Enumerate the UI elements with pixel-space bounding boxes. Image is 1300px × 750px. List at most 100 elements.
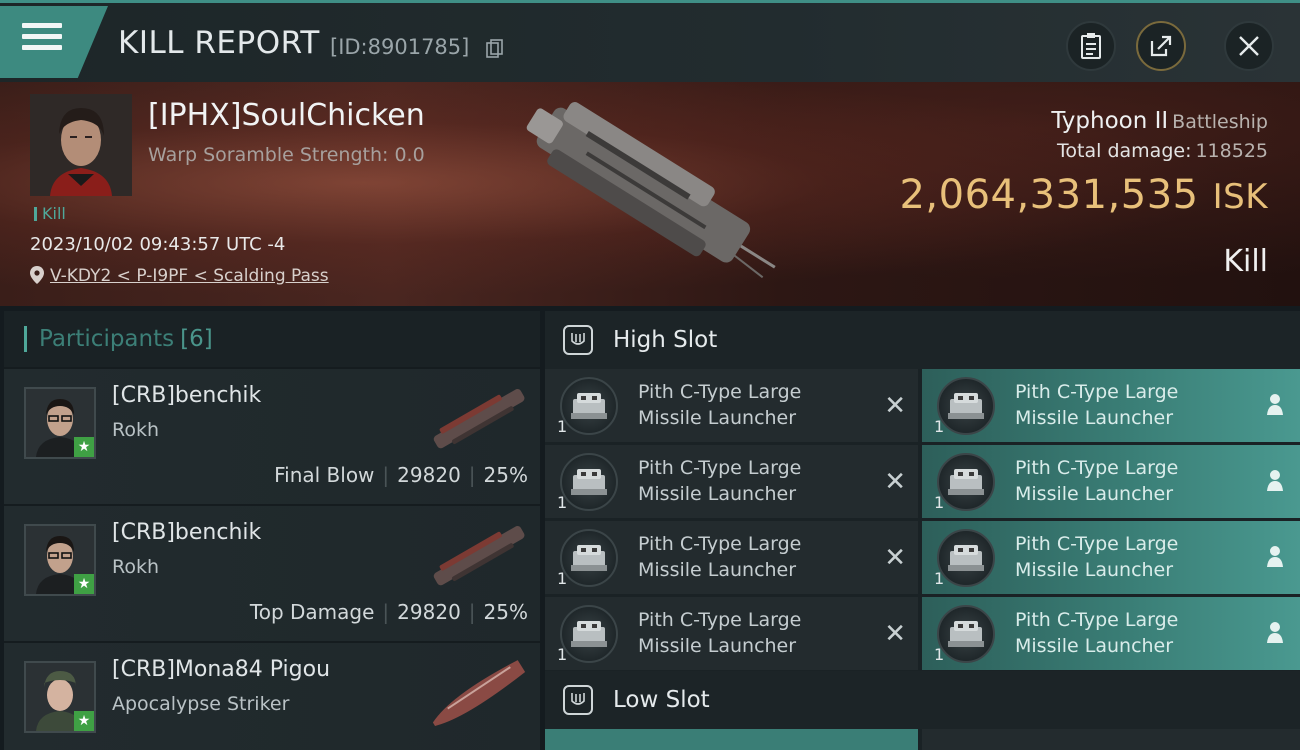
module-quantity: 1	[557, 417, 568, 436]
participant-row[interactable]: ★ [CRB]benchik Rokh Final Blow | 29820 | 25%	[4, 369, 540, 506]
clipboard-button[interactable]	[1066, 21, 1116, 71]
destroyed-icon: ✕	[884, 391, 906, 421]
person-icon	[1267, 622, 1283, 643]
ship-class: Battleship	[1172, 111, 1268, 133]
star-icon: ★	[74, 437, 94, 457]
module-name-line2: Missile Launcher	[1015, 635, 1174, 657]
pilot-face-icon	[30, 94, 132, 196]
low-slot-icon	[563, 685, 593, 715]
destroyed-icon: ✕	[884, 467, 906, 497]
victim-name[interactable]: [IPHX]SoulChicken	[148, 98, 425, 133]
participant-row[interactable]: ★ [CRB]Mona84 Pigou Apocalypse Striker	[4, 643, 540, 750]
kill-result: Kill	[1223, 244, 1268, 279]
participants-label: Participants	[39, 326, 175, 352]
module-name-line1: Pith C-Type Large	[1015, 381, 1179, 403]
low-slot-module-partial[interactable]	[545, 729, 918, 750]
star-icon: ★	[74, 574, 94, 594]
participant-stats: Final Blow | 29820 | 25%	[274, 463, 528, 487]
kill-tag: Kill	[34, 204, 66, 223]
missile-launcher-icon	[560, 605, 618, 663]
participant-name: [CRB]Mona84 Pigou	[112, 657, 331, 682]
module-name-line2: Missile Launcher	[638, 407, 797, 429]
participant-name: [CRB]benchik	[112, 383, 262, 408]
module-name: Pith C-Type Large Missile Launcher	[1015, 607, 1235, 659]
module-item[interactable]: 1 Pith C-Type Large Missile Launcher	[922, 445, 1300, 518]
module-name: Pith C-Type Large Missile Launcher	[638, 607, 858, 659]
participant-portrait: ★	[24, 661, 96, 733]
participant-role: Top Damage	[249, 600, 375, 624]
copy-icon[interactable]	[486, 39, 503, 58]
low-slot-label: Low Slot	[613, 687, 710, 713]
module-item[interactable]: 1 Pith C-Type Large Missile Launcher ✕	[545, 445, 918, 518]
module-name-line1: Pith C-Type Large	[1015, 609, 1179, 631]
module-name: Pith C-Type Large Missile Launcher	[1015, 379, 1235, 431]
module-name-line2: Missile Launcher	[1015, 407, 1174, 429]
module-name: Pith C-Type Large Missile Launcher	[1015, 455, 1235, 507]
module-item[interactable]: 1 Pith C-Type Large Missile Launcher	[922, 597, 1300, 670]
close-button[interactable]	[1224, 21, 1274, 71]
participant-portrait: ★	[24, 387, 96, 459]
destroyed-icon: ✕	[884, 543, 906, 573]
participants-header[interactable]: Participants [6]	[4, 311, 540, 369]
ship-render	[526, 102, 776, 279]
warp-scramble-strength: Warp Soramble Strength: 0.0	[148, 144, 425, 166]
module-item[interactable]: 1 Pith C-Type Large Missile Launcher ✕	[545, 521, 918, 594]
total-damage: Total damage: 118525	[1057, 140, 1268, 162]
module-name-line1: Pith C-Type Large	[638, 381, 802, 403]
total-damage-label: Total damage:	[1057, 140, 1192, 162]
menu-button[interactable]	[22, 23, 62, 55]
module-item[interactable]: 1 Pith C-Type Large Missile Launcher	[922, 521, 1300, 594]
destroyed-icon: ✕	[884, 619, 906, 649]
participant-ship-icon	[433, 526, 525, 586]
module-item[interactable]: 1 Pith C-Type Large Missile Launcher	[922, 369, 1300, 442]
kill-location[interactable]: V-KDY2 < P-I9PF < Scalding Pass	[30, 266, 329, 286]
module-name-line2: Missile Launcher	[638, 559, 797, 581]
victim-ship: Typhoon II Battleship	[1051, 108, 1268, 134]
participant-damage: 29820	[397, 600, 461, 624]
participant-ship: Apocalypse Striker	[112, 693, 290, 715]
participant-role: Final Blow	[274, 463, 375, 487]
person-icon	[1267, 470, 1283, 491]
kill-datetime: 2023/10/02 09:43:57 UTC -4	[30, 234, 286, 255]
low-slot-module-partial[interactable]	[922, 729, 1300, 750]
module-name: Pith C-Type Large Missile Launcher	[638, 531, 858, 583]
module-name: Pith C-Type Large Missile Launcher	[1015, 531, 1235, 583]
participant-portrait: ★	[24, 524, 96, 596]
participant-ship: Rokh	[112, 556, 160, 578]
high-slot-label: High Slot	[613, 327, 718, 353]
module-quantity: 1	[934, 645, 945, 664]
isk-unit: ISK	[1212, 177, 1268, 217]
module-name-line2: Missile Launcher	[638, 483, 797, 505]
participant-percent: 25%	[483, 463, 528, 487]
participant-row[interactable]: ★ [CRB]benchik Rokh Top Damage | 29820 | 25%	[4, 506, 540, 643]
participant-percent: 25%	[483, 600, 528, 624]
total-damage-value: 118525	[1195, 140, 1268, 162]
close-icon	[1239, 36, 1259, 56]
participants-count: [6]	[180, 326, 213, 352]
person-icon	[1267, 546, 1283, 567]
module-name-line1: Pith C-Type Large	[638, 533, 802, 555]
report-id: [ID:8901785]	[330, 35, 470, 59]
module-quantity: 1	[934, 569, 945, 588]
module-quantity: 1	[557, 645, 568, 664]
share-button[interactable]	[1136, 21, 1186, 71]
victim-portrait[interactable]	[30, 94, 132, 196]
location-text: V-KDY2 < P-I9PF < Scalding Pass	[50, 266, 329, 286]
module-quantity: 1	[934, 417, 945, 436]
module-name-line1: Pith C-Type Large	[1015, 533, 1179, 555]
module-item[interactable]: 1 Pith C-Type Large Missile Launcher ✕	[545, 597, 918, 670]
modules-panel: High Slot 1 Pith C-Type Large Missile Laun…	[545, 311, 1300, 750]
participant-name: [CRB]benchik	[112, 520, 262, 545]
participant-ship-icon	[432, 660, 526, 726]
module-item[interactable]: 1 Pith C-Type Large Missile Launcher ✕	[545, 369, 918, 442]
missile-launcher-icon	[937, 453, 995, 511]
location-pin-icon	[30, 266, 44, 284]
star-icon: ★	[74, 711, 94, 731]
kill-banner: [IPHX]SoulChicken Warp Soramble Strength…	[0, 82, 1300, 306]
module-name-line2: Missile Launcher	[1015, 483, 1174, 505]
share-icon	[1150, 35, 1172, 57]
top-bar: KILL REPORT [ID:8901785]	[0, 0, 1300, 82]
high-slot-header: High Slot	[545, 311, 1300, 369]
participant-ship: Rokh	[112, 419, 160, 441]
module-quantity: 1	[934, 493, 945, 512]
